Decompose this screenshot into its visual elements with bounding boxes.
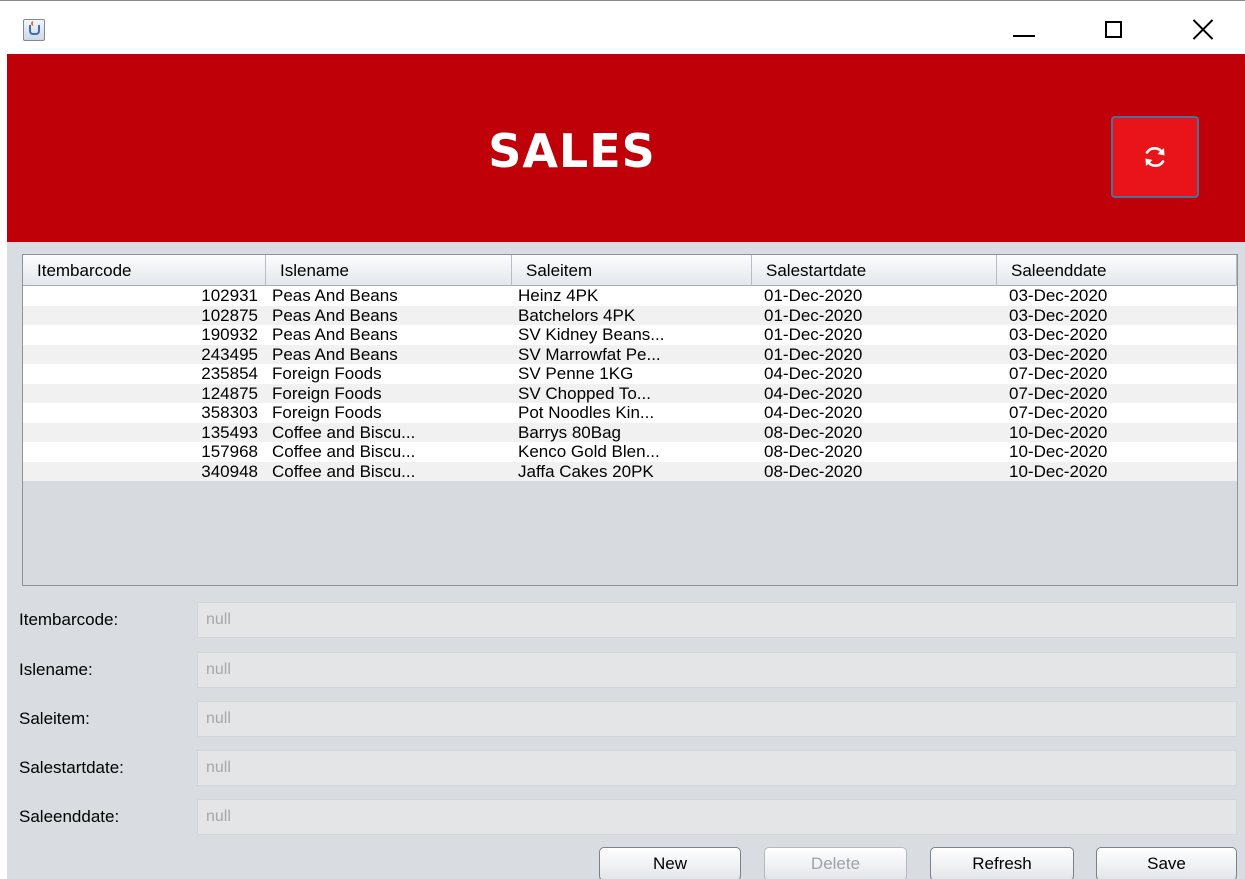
cell-salestartdate: 08-Dec-2020 [764,461,863,481]
itembarcode-label: Itembarcode: [19,610,119,629]
cell-saleitem: Heinz 4PK [518,286,599,305]
form-row-saleitem: Saleitem: null [7,701,1245,737]
cell-itembarcode: 235854 [201,364,258,383]
cell-itembarcode: 102875 [201,305,258,325]
column-header-islename[interactable]: Islename [266,255,512,286]
table-row[interactable]: 235854 Foreign Foods SV Penne 1KG 04-Dec… [23,364,1237,384]
maximize-icon[interactable] [1090,11,1136,47]
salestartdate-field[interactable]: null [197,750,1237,786]
cell-islename: Foreign Foods [272,364,382,383]
cell-saleenddate: 03-Dec-2020 [1009,286,1108,305]
cell-saleenddate: 10-Dec-2020 [1009,442,1108,461]
table-row[interactable]: 358303 Foreign Foods Pot Noodles Kin... … [23,403,1237,423]
table-row[interactable]: 243495 Peas And Beans SV Marrowfat Pe...… [23,344,1237,364]
table-row[interactable]: 102875 Peas And Beans Batchelors 4PK 01-… [23,305,1237,325]
islename-label: Islename: [19,660,93,679]
cell-islename: Coffee and Biscu... [272,422,416,442]
cell-saleenddate: 03-Dec-2020 [1009,344,1108,364]
cell-saleitem: Pot Noodles Kin... [518,403,655,422]
page-title: SALES [488,124,656,178]
form-row-islename: Islename: null [7,652,1245,688]
cell-saleenddate: 03-Dec-2020 [1009,325,1108,344]
table-header: Itembarcode Islename Saleitem Salestartd… [23,255,1237,286]
saleitem-field[interactable]: null [197,701,1237,737]
window-titlebar [0,0,1245,54]
cell-saleitem: SV Chopped To... [518,383,651,403]
cell-salestartdate: 01-Dec-2020 [764,305,863,325]
cell-islename: Coffee and Biscu... [272,442,416,461]
cell-itembarcode: 157968 [201,442,258,461]
cell-itembarcode: 340948 [201,461,258,481]
cell-salestartdate: 04-Dec-2020 [764,403,863,422]
cell-saleitem: SV Penne 1KG [518,364,634,383]
new-button[interactable]: New [599,847,741,879]
sales-panel: SALES Itembarcode Islename Saleitem Sale… [7,54,1245,879]
cell-saleenddate: 07-Dec-2020 [1009,364,1108,383]
cell-salestartdate: 01-Dec-2020 [764,325,863,344]
cell-salestartdate: 01-Dec-2020 [764,286,863,305]
save-button[interactable]: Save [1096,847,1237,879]
saleenddate-field[interactable]: null [197,799,1237,835]
sales-header: SALES [7,54,1245,242]
cell-salestartdate: 04-Dec-2020 [764,383,863,403]
refresh-button[interactable]: Refresh [930,847,1074,879]
cell-islename: Peas And Beans [272,344,398,364]
cell-saleitem: SV Kidney Beans... [518,325,665,344]
minimize-icon[interactable] [1001,11,1047,47]
cell-itembarcode: 124875 [201,383,258,403]
saleitem-label: Saleitem: [19,709,90,728]
cell-itembarcode: 102931 [201,286,258,305]
table-row[interactable]: 102931 Peas And Beans Heinz 4PK 01-Dec-2… [23,286,1237,306]
table-row[interactable]: 340948 Coffee and Biscu... Jaffa Cakes 2… [23,461,1237,481]
table-row[interactable]: 157968 Coffee and Biscu... Kenco Gold Bl… [23,442,1237,462]
cell-saleenddate: 07-Dec-2020 [1009,403,1108,422]
cell-saleitem: Kenco Gold Blen... [518,442,660,461]
table-body: 102931 Peas And Beans Heinz 4PK 01-Dec-2… [23,286,1237,481]
sales-table[interactable]: Itembarcode Islename Saleitem Salestartd… [22,254,1238,586]
cell-saleitem: Jaffa Cakes 20PK [518,461,654,481]
delete-button[interactable]: Delete [764,847,907,879]
refresh-icon [1145,147,1165,167]
column-header-itembarcode[interactable]: Itembarcode [23,255,266,286]
header-refresh-button[interactable] [1111,116,1199,198]
cell-saleenddate: 10-Dec-2020 [1009,422,1108,442]
islename-field[interactable]: null [197,652,1237,688]
java-app-icon [23,19,45,41]
cell-salestartdate: 04-Dec-2020 [764,364,863,383]
cell-saleenddate: 03-Dec-2020 [1009,305,1108,325]
cell-islename: Peas And Beans [272,286,398,305]
cell-saleenddate: 10-Dec-2020 [1009,461,1108,481]
table-row[interactable]: 135493 Coffee and Biscu... Barrys 80Bag … [23,422,1237,442]
cell-islename: Coffee and Biscu... [272,461,416,481]
itembarcode-field[interactable]: null [197,602,1237,638]
cell-itembarcode: 135493 [201,422,258,442]
cell-islename: Peas And Beans [272,325,398,344]
column-header-saleenddate[interactable]: Saleenddate [997,255,1237,286]
cell-saleitem: Barrys 80Bag [518,422,621,442]
cell-salestartdate: 08-Dec-2020 [764,442,863,461]
cell-itembarcode: 243495 [201,344,258,364]
form-row-itembarcode: Itembarcode: null [7,602,1245,638]
cell-islename: Peas And Beans [272,305,398,325]
cell-islename: Foreign Foods [272,403,382,422]
column-header-saleitem[interactable]: Saleitem [512,255,752,286]
table-row[interactable]: 124875 Foreign Foods SV Chopped To... 04… [23,383,1237,403]
cell-salestartdate: 08-Dec-2020 [764,422,863,442]
cell-saleenddate: 07-Dec-2020 [1009,383,1108,403]
close-icon[interactable] [1180,11,1226,47]
form-row-saleenddate: Saleenddate: null [7,799,1245,835]
cell-itembarcode: 190932 [201,325,258,344]
cell-saleitem: SV Marrowfat Pe... [518,344,661,364]
form-row-salestartdate: Salestartdate: null [7,750,1245,786]
saleenddate-label: Saleenddate: [19,807,120,826]
cell-salestartdate: 01-Dec-2020 [764,344,863,364]
table-row[interactable]: 190932 Peas And Beans SV Kidney Beans...… [23,325,1237,345]
column-header-salestartdate[interactable]: Salestartdate [752,255,997,286]
cell-islename: Foreign Foods [272,383,382,403]
salestartdate-label: Salestartdate: [19,758,124,777]
cell-saleitem: Batchelors 4PK [518,305,636,325]
cell-itembarcode: 358303 [201,403,258,422]
